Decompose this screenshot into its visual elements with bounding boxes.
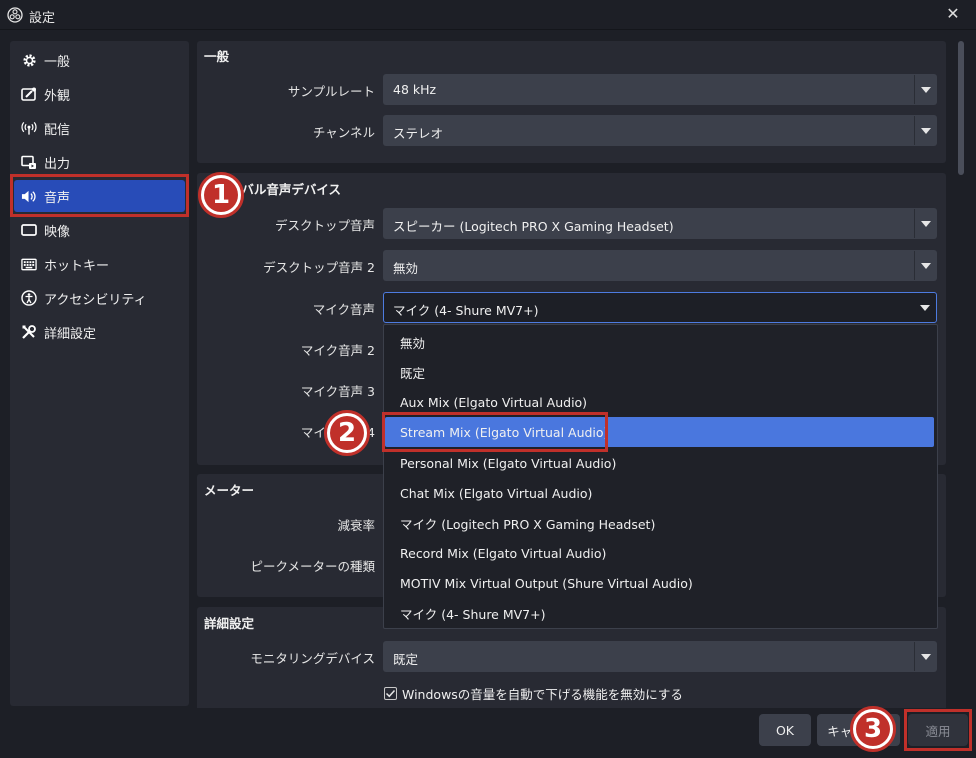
desktop-audio-label: デスクトップ音声: [274, 218, 375, 233]
sidebar-item-label: 外観: [44, 88, 71, 104]
sidebar-item-hotkeys[interactable]: ホットキー: [14, 248, 185, 280]
mic-audio-select[interactable]: マイク (4- Shure MV7+): [383, 292, 937, 323]
monitoring-device-select[interactable]: 既定: [383, 641, 937, 672]
ok-button[interactable]: OK: [759, 714, 811, 746]
annotation-step-1-badge: 1: [198, 172, 244, 218]
annotation-highlight-stream-mix: [382, 412, 608, 452]
group-title: 一般: [204, 49, 230, 64]
sample-rate-select[interactable]: 48 kHz: [383, 74, 937, 105]
title-bar: 設定 ✕: [0, 0, 976, 30]
desktop-audio-select[interactable]: スピーカー (Logitech PRO X Gaming Headset): [383, 208, 937, 239]
general-group: 一般 サンプルレート 48 kHz チャンネル ステレオ: [197, 41, 946, 163]
disable-ducking-row[interactable]: Windowsの音量を自動で下げる機能を無効にする: [384, 684, 683, 703]
chevron-down-icon: [914, 642, 936, 671]
channels-select[interactable]: ステレオ: [383, 115, 937, 146]
sidebar-item-video[interactable]: 映像: [14, 214, 185, 246]
settings-sidebar: 一般 外観 配信 出力 音声 映像 ホットキー アクセシビリティ 詳細設定: [10, 41, 189, 706]
group-title: メーター: [204, 483, 255, 498]
disable-ducking-label: Windowsの音量を自動で下げる機能を無効にする: [402, 687, 683, 702]
window-title: 設定: [29, 11, 56, 26]
sidebar-item-accessibility[interactable]: アクセシビリティ: [14, 282, 185, 314]
chevron-down-icon: [914, 209, 936, 238]
desktop-audio-2-label: デスクトップ音声 2: [263, 260, 375, 275]
chevron-down-icon: [914, 116, 936, 145]
sidebar-item-stream[interactable]: 配信: [14, 112, 185, 144]
output-icon: [21, 154, 37, 170]
keyboard-icon: [21, 256, 37, 272]
sidebar-item-label: 配信: [44, 122, 71, 138]
peak-meter-type-label: ピークメーターの種類: [250, 559, 375, 574]
sample-rate-label: サンプルレート: [287, 84, 375, 99]
mic-audio-3-label: マイク音声 3: [300, 384, 375, 399]
dropdown-option[interactable]: 無効: [385, 327, 935, 357]
checkmark-icon: [385, 689, 396, 698]
decay-rate-label: 減衰率: [337, 518, 375, 533]
chevron-down-icon: [914, 75, 936, 104]
dropdown-option[interactable]: マイク (4- Shure MV7+): [385, 598, 935, 628]
appearance-icon: [21, 86, 37, 102]
sidebar-item-label: ホットキー: [44, 258, 110, 274]
dropdown-option[interactable]: MOTIV Mix Virtual Output (Shure Virtual …: [385, 568, 935, 598]
desktop-audio-2-select[interactable]: 無効: [383, 250, 937, 281]
obs-logo-icon: [7, 7, 23, 23]
dropdown-option[interactable]: マイク (Logitech PRO X Gaming Headset): [385, 508, 935, 538]
sidebar-item-advanced[interactable]: 詳細設定: [14, 316, 185, 348]
dropdown-option[interactable]: 既定: [385, 357, 935, 387]
sidebar-item-label: アクセシビリティ: [44, 292, 147, 308]
gear-icon: [21, 52, 37, 68]
channels-label: チャンネル: [312, 125, 375, 140]
mic-audio-dropdown-list: 無効 既定 Aux Mix (Elgato Virtual Audio) Str…: [383, 324, 938, 629]
dropdown-option[interactable]: Personal Mix (Elgato Virtual Audio): [385, 448, 935, 478]
sidebar-item-general[interactable]: 一般: [14, 44, 185, 76]
dropdown-option[interactable]: Record Mix (Elgato Virtual Audio): [385, 538, 935, 568]
group-title: 詳細設定: [204, 616, 255, 631]
sidebar-item-label: 一般: [44, 54, 71, 70]
monitor-icon: [21, 222, 37, 238]
scrollbar-thumb[interactable]: [958, 41, 964, 175]
tools-icon: [21, 324, 37, 340]
sidebar-item-appearance[interactable]: 外観: [14, 78, 185, 110]
disable-ducking-checkbox[interactable]: [384, 687, 397, 700]
monitoring-device-label: モニタリングデバイス: [250, 651, 375, 666]
settings-scrollbar[interactable]: [956, 41, 966, 706]
chevron-down-icon: [914, 293, 936, 322]
sidebar-item-label: 詳細設定: [44, 326, 97, 342]
annotation-highlight-audio: [10, 174, 189, 217]
sidebar-item-label: 出力: [44, 156, 71, 172]
close-icon[interactable]: ✕: [944, 4, 962, 24]
accessibility-icon: [21, 290, 37, 306]
sidebar-item-label: 映像: [44, 224, 71, 240]
mic-audio-2-label: マイク音声 2: [300, 343, 375, 358]
annotation-step-3-badge: 3: [850, 706, 896, 752]
annotation-step-2-badge: 2: [324, 410, 370, 456]
dropdown-option[interactable]: Chat Mix (Elgato Virtual Audio): [385, 478, 935, 508]
mic-audio-label: マイク音声: [312, 302, 375, 317]
annotation-highlight-apply: [904, 709, 972, 751]
broadcast-icon: [21, 120, 37, 136]
chevron-down-icon: [914, 251, 936, 280]
